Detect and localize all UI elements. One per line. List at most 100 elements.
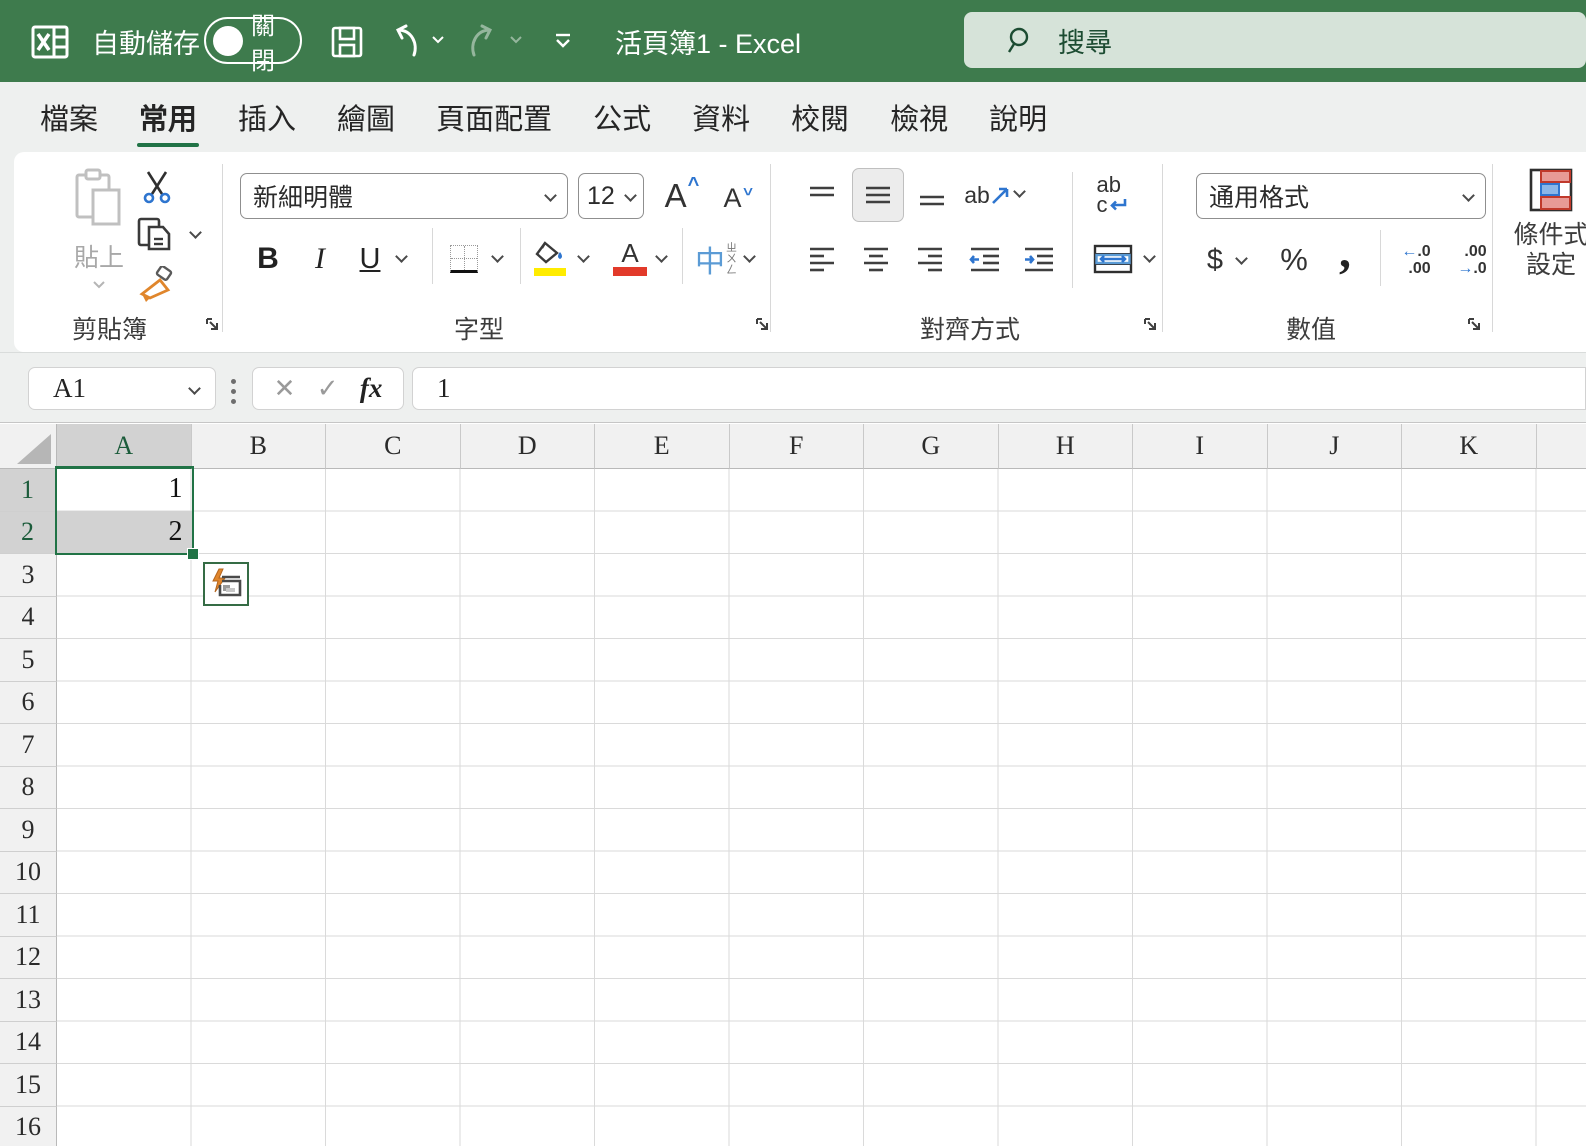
row-header[interactable]: 12 xyxy=(0,936,57,979)
bold-button[interactable]: B xyxy=(246,235,290,283)
row-header[interactable]: 7 xyxy=(0,724,57,767)
merge-center-button[interactable] xyxy=(1088,236,1138,282)
increase-indent-button[interactable] xyxy=(1016,235,1062,283)
italic-button[interactable]: I xyxy=(300,235,340,283)
align-right-button[interactable] xyxy=(908,235,952,283)
fill-color-dropdown[interactable] xyxy=(578,252,588,262)
row-header[interactable]: 10 xyxy=(0,851,57,894)
column-header[interactable]: I xyxy=(1133,424,1268,469)
search-box[interactable]: 搜尋 xyxy=(964,12,1586,68)
row-header[interactable]: 14 xyxy=(0,1021,57,1064)
column-header[interactable]: H xyxy=(998,424,1133,469)
borders-button[interactable] xyxy=(442,235,486,283)
column-header[interactable]: J xyxy=(1267,424,1402,469)
quick-access-customize-button[interactable] xyxy=(552,30,574,50)
row-header[interactable]: 2 xyxy=(0,511,57,554)
row-header[interactable]: 6 xyxy=(0,681,57,724)
column-header[interactable]: K xyxy=(1402,424,1537,469)
name-box[interactable]: A1 xyxy=(28,367,216,410)
row-header[interactable]: 9 xyxy=(0,809,57,852)
ribbon-tab[interactable]: 說明 xyxy=(975,82,1061,152)
fill-color-button[interactable] xyxy=(526,232,574,284)
ribbon-tab[interactable]: 校閱 xyxy=(777,82,863,152)
redo-dropdown[interactable] xyxy=(510,36,522,44)
orientation-button[interactable]: ab xyxy=(962,170,1014,220)
increase-decimal-button[interactable]: ←.0 .00 xyxy=(1390,237,1442,283)
ribbon-tab[interactable]: 檔案 xyxy=(26,82,112,152)
alignment-dialog-launcher[interactable] xyxy=(1142,316,1160,334)
redo-button[interactable] xyxy=(468,22,504,60)
top-align-button[interactable] xyxy=(800,174,844,218)
bottom-align-button[interactable] xyxy=(910,174,954,218)
enter-button[interactable]: ✓ xyxy=(317,373,339,404)
phonetic-guide-button[interactable]: 中 ㄓㄨㄥ xyxy=(690,235,742,283)
align-center-button[interactable] xyxy=(854,235,898,283)
row-header[interactable]: 1 xyxy=(0,469,57,512)
undo-button[interactable] xyxy=(388,22,424,60)
align-left-button[interactable] xyxy=(800,235,844,283)
number-dialog-launcher[interactable] xyxy=(1466,316,1484,334)
cancel-button[interactable]: ✕ xyxy=(274,373,296,404)
comma-style-button[interactable]: , xyxy=(1330,225,1360,278)
underline-dropdown[interactable] xyxy=(396,252,406,262)
decrease-indent-button[interactable] xyxy=(962,235,1008,283)
row-header[interactable]: 4 xyxy=(0,596,57,639)
percent-style-button[interactable]: % xyxy=(1272,237,1316,283)
ribbon-tab[interactable]: 頁面配置 xyxy=(422,82,566,152)
clipboard-dialog-launcher[interactable] xyxy=(204,316,222,334)
ribbon-tab[interactable]: 繪圖 xyxy=(323,82,409,152)
row-header[interactable]: 11 xyxy=(0,894,57,937)
autosave-toggle[interactable]: 關閉 xyxy=(204,13,302,75)
font-size-combo[interactable]: 12 xyxy=(578,173,644,219)
row-header[interactable]: 3 xyxy=(0,554,57,597)
row-header[interactable]: 5 xyxy=(0,639,57,682)
column-header[interactable]: B xyxy=(191,424,326,469)
insert-function-button[interactable]: fx xyxy=(360,373,383,404)
font-color-dropdown[interactable] xyxy=(656,252,666,262)
underline-button[interactable]: U xyxy=(350,235,390,283)
save-button[interactable] xyxy=(330,25,364,59)
currency-dropdown[interactable] xyxy=(1236,254,1246,264)
row-header[interactable]: 15 xyxy=(0,1064,57,1107)
fill-handle[interactable] xyxy=(186,548,199,560)
ribbon-tab[interactable]: 公式 xyxy=(579,82,665,152)
column-header[interactable]: E xyxy=(595,424,730,469)
format-painter-button[interactable] xyxy=(134,264,178,306)
ribbon-tab[interactable]: 插入 xyxy=(224,82,310,152)
number-format-combo[interactable]: 通用格式 xyxy=(1196,173,1486,219)
middle-align-button[interactable] xyxy=(852,168,904,222)
font-name-combo[interactable]: 新細明體 xyxy=(240,173,568,219)
borders-dropdown[interactable] xyxy=(492,252,502,262)
decrease-decimal-button[interactable]: .00 →.0 xyxy=(1446,237,1498,283)
row-header[interactable]: 16 xyxy=(0,1106,57,1146)
select-all-button[interactable] xyxy=(0,424,57,469)
column-header[interactable]: C xyxy=(326,424,461,469)
row-header[interactable]: 13 xyxy=(0,979,57,1022)
column-header[interactable]: D xyxy=(460,424,595,469)
ribbon-tab[interactable]: 常用 xyxy=(125,82,211,152)
font-color-button[interactable]: A xyxy=(606,232,654,284)
formula-bar-handle[interactable] xyxy=(231,379,237,404)
ribbon-tab[interactable]: 檢視 xyxy=(876,82,962,152)
cut-button[interactable] xyxy=(136,166,178,206)
phonetic-dropdown[interactable] xyxy=(744,252,754,262)
row-header[interactable]: 8 xyxy=(0,766,57,809)
formula-input[interactable]: 1 xyxy=(412,367,1586,410)
merge-center-dropdown[interactable] xyxy=(1144,252,1154,262)
orientation-dropdown[interactable] xyxy=(1014,187,1024,197)
copy-button[interactable] xyxy=(132,214,176,256)
ribbon-tab[interactable]: 資料 xyxy=(678,82,764,152)
column-header[interactable]: A xyxy=(57,424,192,469)
cells-area[interactable] xyxy=(57,469,1586,1146)
increase-font-size-button[interactable]: A ^ xyxy=(658,173,706,219)
decrease-font-size-button[interactable]: A ^ xyxy=(714,175,762,221)
currency-format-button[interactable]: $ xyxy=(1200,237,1230,283)
autofill-options-button[interactable] xyxy=(203,562,249,606)
paste-button[interactable]: 貼上 xyxy=(54,162,144,312)
column-header[interactable]: F xyxy=(729,424,864,469)
column-header[interactable]: G xyxy=(864,424,999,469)
paste-dropdown-icon[interactable] xyxy=(93,281,105,289)
copy-dropdown[interactable] xyxy=(190,228,200,238)
undo-dropdown[interactable] xyxy=(432,36,444,44)
conditional-formatting-button[interactable]: 條件式 設定 xyxy=(1506,164,1586,314)
